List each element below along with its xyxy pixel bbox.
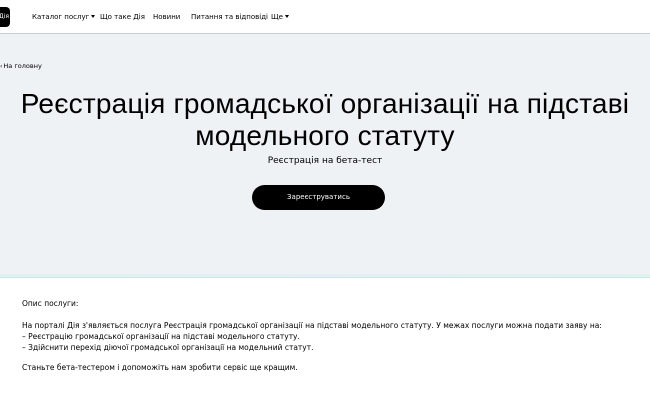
- page-title-line-1: Реєстрація громадської організації на пі…: [20, 88, 630, 119]
- nav-item-label: Питання та відповіді: [191, 13, 268, 21]
- description-item-2: – Здійснити перехід діючої громадської о…: [22, 343, 314, 352]
- hero-section: ‹На головну Реєстрація громадської орган…: [0, 34, 650, 274]
- nav-item-news[interactable]: Новини: [153, 12, 180, 22]
- page-title: Реєстрація громадської організації на пі…: [0, 88, 650, 152]
- breadcrumb-label: На головну: [3, 62, 42, 70]
- service-description-card: Опис послуги: На порталі Дія з'являється…: [0, 277, 650, 420]
- description-intro: На порталі Дія з'являється послуга Реєст…: [22, 321, 602, 330]
- description-closing: Станьте бета-тестером і допоможіть нам з…: [22, 363, 298, 372]
- top-navigation-bar: Дія Каталог послуг Що таке Дія Новини Пи…: [0, 0, 650, 34]
- diia-logo[interactable]: Дія: [0, 7, 10, 27]
- nav-item-what-is-diia[interactable]: Що таке Дія: [100, 12, 145, 22]
- nav-item-more[interactable]: Ще: [271, 12, 289, 22]
- chevron-down-icon: [91, 15, 96, 18]
- breadcrumb-home-link[interactable]: ‹На головну: [0, 62, 42, 70]
- description-item-1: – Реєстрацію громадської організації на …: [22, 332, 300, 341]
- nav-item-label: Ще: [271, 13, 283, 21]
- register-button[interactable]: Зареєструватись: [252, 185, 385, 210]
- page-title-line-2: модельного статуту: [195, 120, 455, 151]
- nav-item-faq[interactable]: Питання та відповіді: [191, 12, 268, 22]
- nav-item-catalog[interactable]: Каталог послуг: [32, 12, 96, 22]
- chevron-down-icon: [284, 15, 289, 18]
- nav-item-label: Новини: [153, 13, 181, 21]
- page-subtitle: Реєстрація на бета-тест: [267, 156, 383, 166]
- nav-item-label: Що таке Дія: [100, 13, 145, 21]
- description-heading: Опис послуги:: [22, 299, 79, 308]
- nav-item-label: Каталог послуг: [32, 13, 90, 21]
